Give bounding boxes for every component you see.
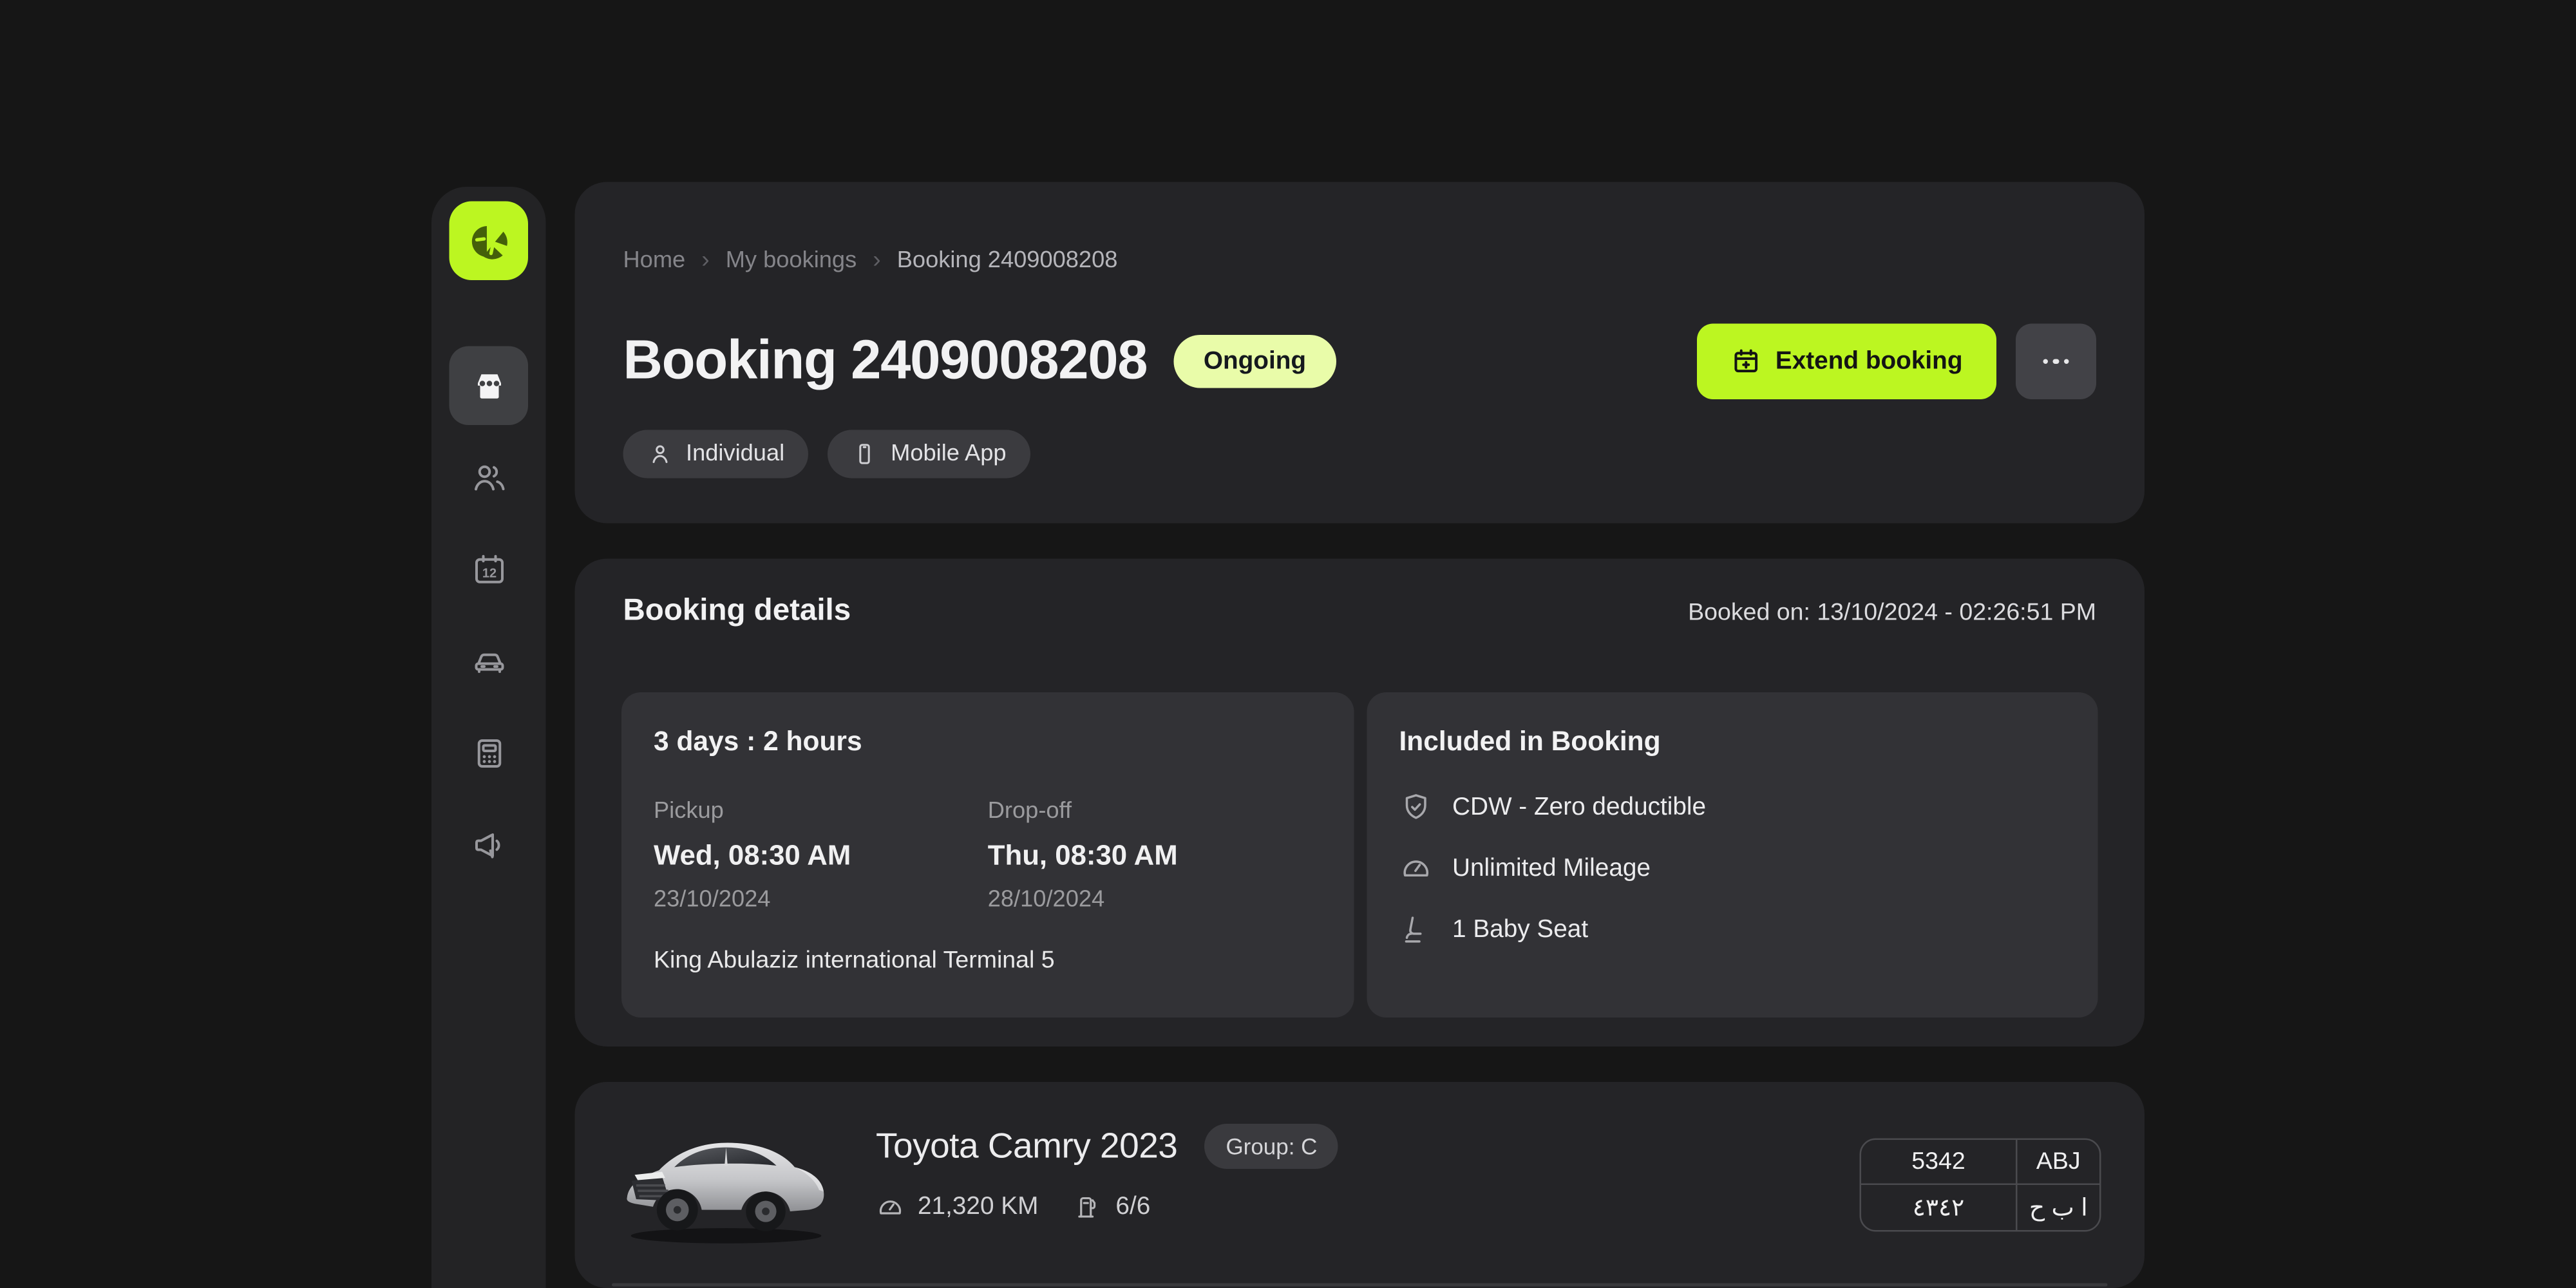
sidebar-item-marketing[interactable]: [450, 805, 529, 884]
pickup-date: 23/10/2024: [654, 887, 988, 913]
sidebar-item-calendar[interactable]: 12: [450, 530, 529, 609]
app-logo[interactable]: [450, 202, 529, 281]
megaphone-icon: [469, 825, 508, 864]
breadcrumb-current: Booking 2409008208: [897, 247, 1118, 273]
tag-label: Individual: [686, 441, 784, 467]
car-icon: [469, 641, 508, 680]
vehicle-specs: 21,320 KM 6/6: [876, 1193, 1338, 1222]
pickup-time: Wed, 08:30 AM: [654, 839, 988, 873]
users-icon: [469, 458, 508, 497]
breadcrumb-my-bookings[interactable]: My bookings: [726, 247, 857, 273]
included-item-mileage: Unlimited Mileage: [1399, 852, 2066, 886]
license-plate: 5342 ABJ ٤٣٤٢ ا ب ح: [1860, 1139, 2101, 1232]
status-badge: Ongoing: [1173, 334, 1336, 388]
lime-slice-icon: [464, 216, 513, 265]
pickup-column: Pickup Wed, 08:30 AM 23/10/2024: [654, 799, 988, 913]
fuel-pump-icon: [1074, 1193, 1103, 1222]
dropoff-date: 28/10/2024: [988, 887, 1322, 913]
plate-number-en: 5342: [1861, 1140, 2018, 1185]
ellipsis-icon: [2043, 359, 2049, 365]
vehicle-group-badge: Group: C: [1205, 1124, 1338, 1169]
sidebar-item-bookings[interactable]: [450, 346, 529, 426]
booking-tags: Individual Mobile App: [623, 430, 1031, 478]
mobile-icon: [852, 441, 878, 467]
page-title: Booking 2409008208: [623, 330, 1148, 393]
dropoff-label: Drop-off: [988, 799, 1322, 824]
vehicle-card: Toyota Camry 2023 Group: C 21,320 KM: [575, 1082, 2145, 1288]
vehicle-info: Toyota Camry 2023 Group: C 21,320 KM: [876, 1124, 1338, 1222]
plate-letters-en: ABJ: [2018, 1140, 2100, 1185]
tag-individual: Individual: [623, 430, 809, 478]
booking-details-card: Booking details Booked on: 13/10/2024 - …: [575, 559, 2145, 1047]
included-label: 1 Baby Seat: [1452, 915, 1588, 944]
tag-label: Mobile App: [891, 441, 1006, 467]
details-header: Booking details Booked on: 13/10/2024 - …: [623, 594, 2097, 630]
chevron-right-icon: ›: [701, 247, 710, 274]
header-actions: Extend booking: [1696, 324, 2096, 400]
pickup-dropoff-grid: Pickup Wed, 08:30 AM 23/10/2024 Drop-off…: [654, 799, 1322, 913]
calendar-plus-icon: [1730, 346, 1761, 377]
booked-on-timestamp: Booked on: 13/10/2024 - 02:26:51 PM: [1688, 598, 2096, 626]
fuel-value: 6/6: [1115, 1193, 1150, 1222]
included-label: CDW - Zero deductible: [1452, 793, 1706, 822]
plate-letters-ar: ا ب ح: [2018, 1185, 2100, 1230]
vehicle-image: [612, 1108, 840, 1253]
storefront-icon: [469, 366, 508, 405]
pickup-label: Pickup: [654, 799, 988, 824]
included-item-cdw: CDW - Zero deductible: [1399, 791, 2066, 825]
sidebar: 12: [431, 187, 546, 1288]
sidebar-item-customers[interactable]: [450, 438, 529, 517]
app-window: 12: [0, 0, 2576, 1288]
tag-mobile-app: Mobile App: [828, 430, 1030, 478]
speedometer-icon: [1399, 852, 1434, 886]
vehicle-name: Toyota Camry 2023: [876, 1126, 1177, 1168]
breadcrumb-home[interactable]: Home: [623, 247, 686, 273]
pickup-location: King Abulaziz international Terminal 5: [654, 947, 1322, 974]
dropoff-time: Thu, 08:30 AM: [988, 839, 1322, 873]
mileage-value: 21,320 KM: [918, 1193, 1038, 1222]
rental-duration: 3 days : 2 hours: [654, 726, 1322, 759]
included-label: Unlimited Mileage: [1452, 854, 1651, 883]
mileage-spec: 21,320 KM: [876, 1193, 1038, 1222]
booking-header-card: Home › My bookings › Booking 2409008208 …: [575, 182, 2145, 524]
baby-seat-icon: [1399, 913, 1434, 947]
sidebar-nav: 12: [450, 346, 529, 884]
duration-card: 3 days : 2 hours Pickup Wed, 08:30 AM 23…: [621, 692, 1354, 1018]
extend-booking-label: Extend booking: [1776, 347, 1963, 376]
sidebar-item-finance[interactable]: [450, 714, 529, 793]
extend-booking-button[interactable]: Extend booking: [1696, 324, 1996, 400]
section-title: Booking details: [623, 594, 851, 630]
person-icon: [647, 441, 673, 467]
breadcrumb: Home › My bookings › Booking 2409008208: [623, 247, 1118, 274]
calendar-icon: 12: [469, 550, 508, 589]
sidebar-item-vehicles[interactable]: [450, 621, 529, 701]
speedometer-icon: [876, 1193, 905, 1222]
divider: [612, 1283, 2108, 1287]
included-list: CDW - Zero deductible Unlimited Mileage: [1399, 791, 2066, 947]
plate-number-ar: ٤٣٤٢: [1861, 1185, 2018, 1230]
included-title: Included in Booking: [1399, 726, 2066, 759]
included-card: Included in Booking CDW - Zero deductibl…: [1367, 692, 2098, 1018]
more-options-button[interactable]: [2016, 324, 2096, 400]
fuel-spec: 6/6: [1074, 1193, 1150, 1222]
svg-text:12: 12: [482, 565, 496, 580]
shield-check-icon: [1399, 791, 1434, 825]
included-item-baby-seat: 1 Baby Seat: [1399, 913, 2066, 947]
dropoff-column: Drop-off Thu, 08:30 AM 28/10/2024: [988, 799, 1322, 913]
calculator-icon: [469, 734, 508, 772]
chevron-right-icon: ›: [873, 247, 881, 274]
title-row: Booking 2409008208 Ongoing Extend bookin…: [623, 324, 2097, 400]
